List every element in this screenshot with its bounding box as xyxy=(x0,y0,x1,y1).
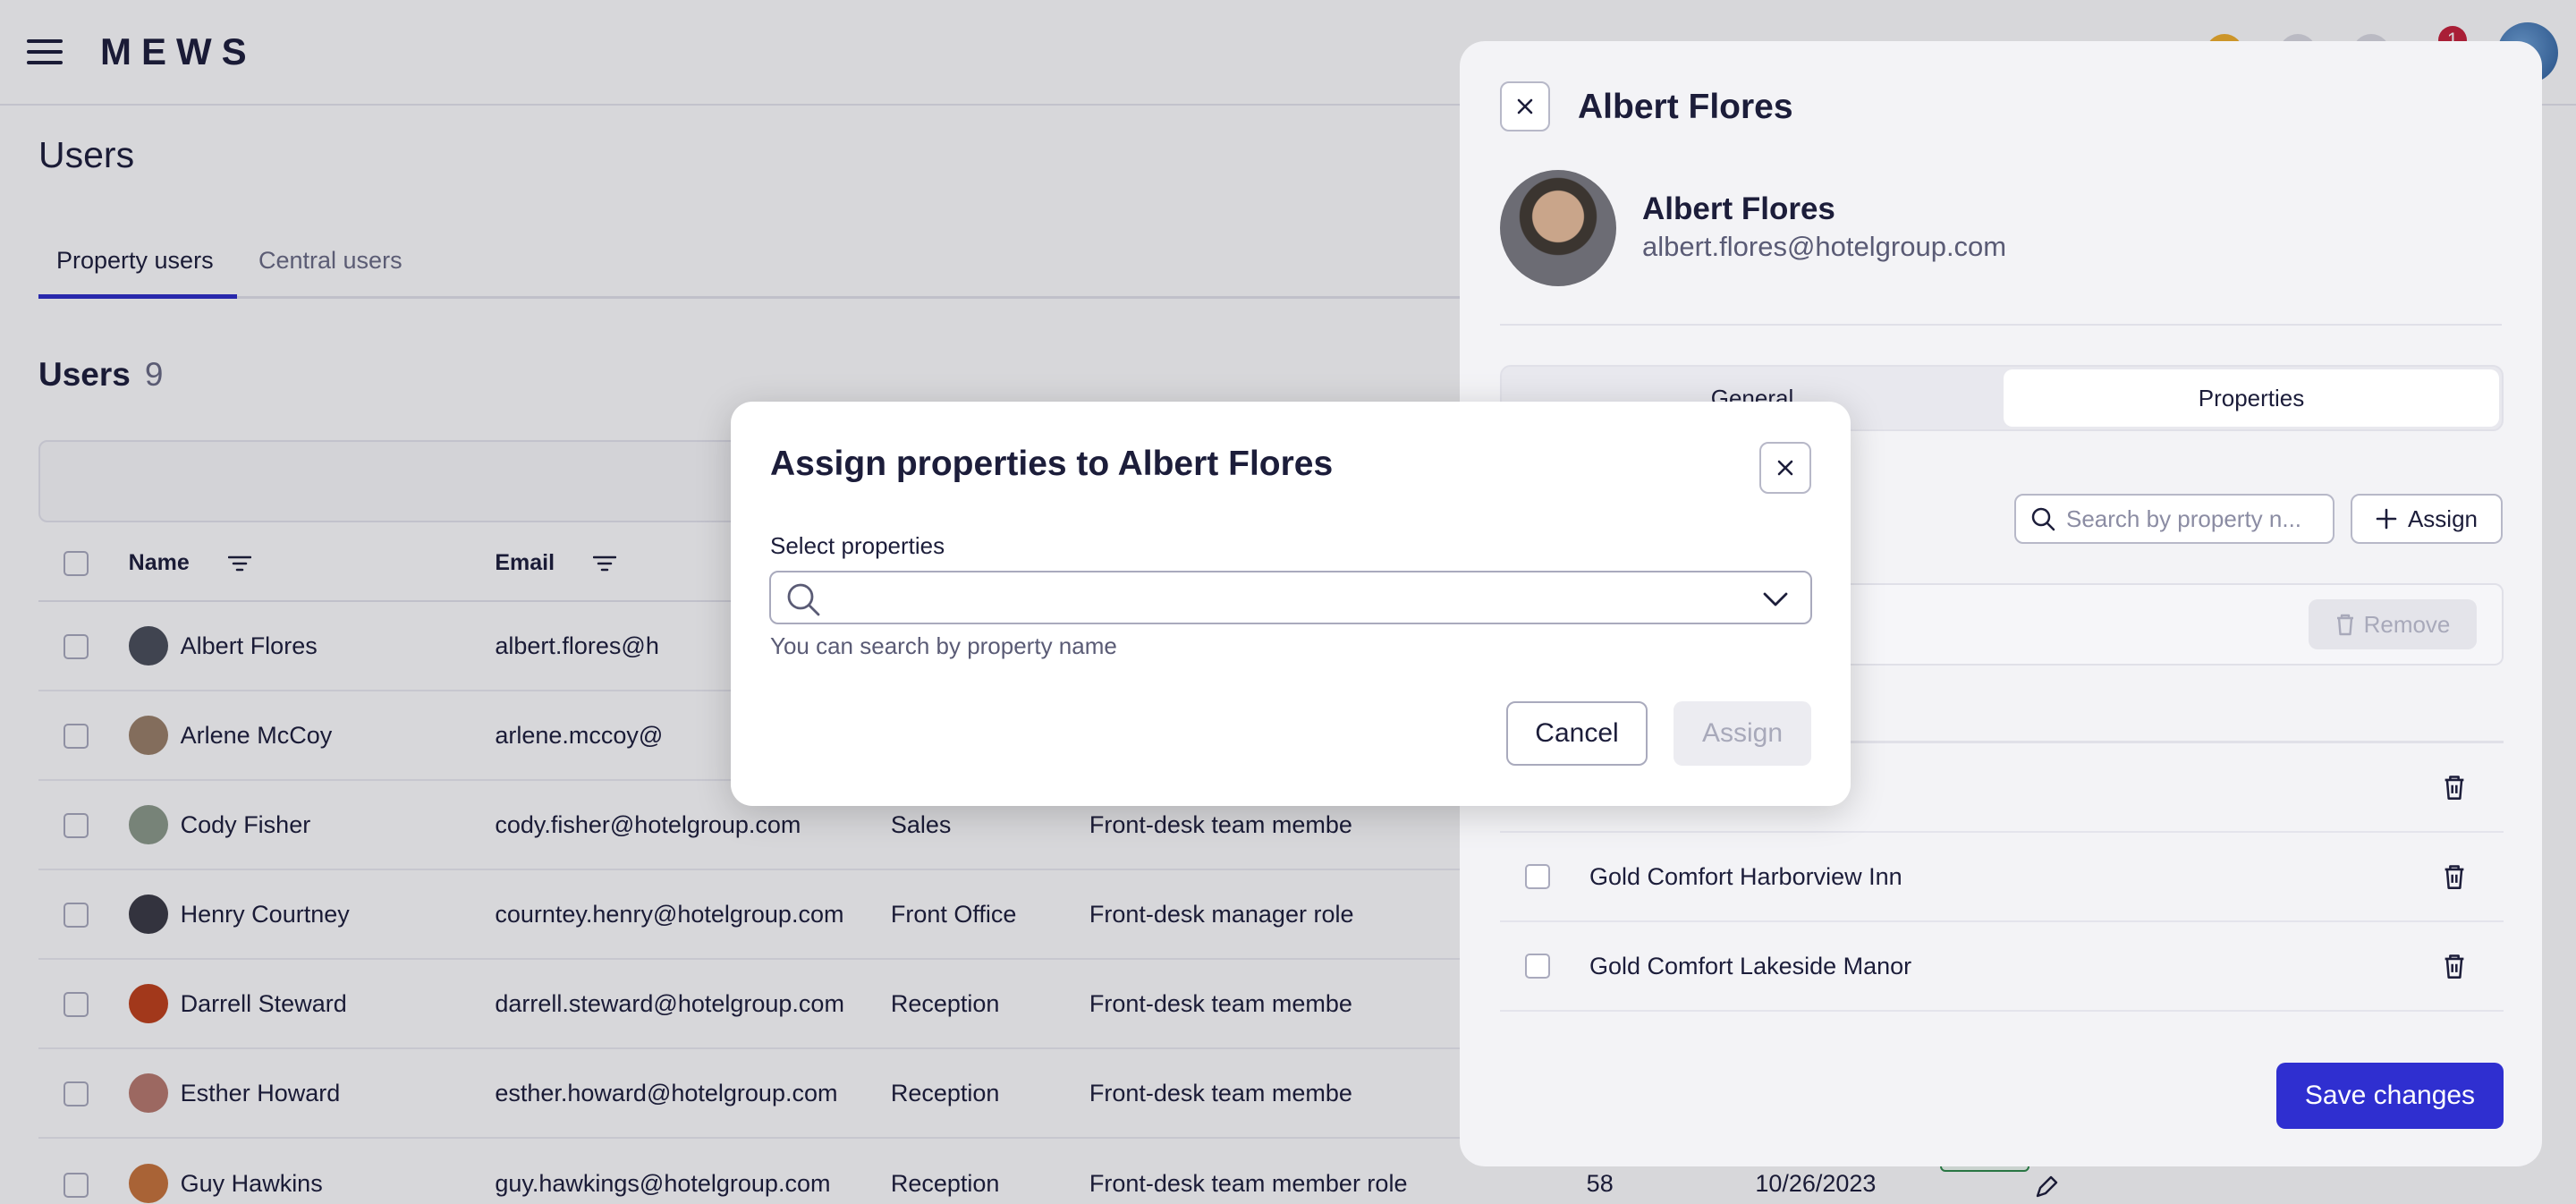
close-icon xyxy=(1777,460,1793,476)
cancel-button[interactable]: Cancel xyxy=(1506,701,1648,766)
search-icon xyxy=(2031,507,2055,531)
modal-title: Assign properties to Albert Flores xyxy=(770,445,1334,483)
assign-property-button[interactable]: Assign xyxy=(2351,494,2503,544)
close-icon xyxy=(1517,98,1533,114)
assign-button[interactable]: Assign xyxy=(1674,701,1811,766)
remove-button[interactable]: Remove xyxy=(2309,599,2477,649)
user-email: albert.flores@hotelgroup.com xyxy=(1642,231,2007,262)
modal-close-button[interactable] xyxy=(1759,442,1811,494)
panel-title: Albert Flores xyxy=(1578,88,1793,126)
user-avatar xyxy=(1500,170,1616,286)
assign-label: Assign xyxy=(2407,504,2479,532)
properties-select-input[interactable] xyxy=(769,571,1812,624)
assign-properties-modal: Assign properties to Albert Flores Selec… xyxy=(731,402,1851,806)
select-properties-label: Select properties xyxy=(770,532,945,559)
property-search-input[interactable]: Search by property n... xyxy=(2014,494,2334,544)
chevron-down-icon[interactable] xyxy=(1762,587,1789,612)
plus-icon xyxy=(2376,508,2397,530)
select-hint-text: You can search by property name xyxy=(770,632,1117,659)
remove-label: Remove xyxy=(2363,610,2451,638)
user-name: Albert Flores xyxy=(1642,191,1835,226)
trash-icon[interactable] xyxy=(2441,953,2468,979)
property-checkbox[interactable] xyxy=(1525,864,1550,889)
search-placeholder: Search by property n... xyxy=(2066,504,2302,532)
panel-close-button[interactable] xyxy=(1500,81,1550,131)
segment-properties[interactable]: Properties xyxy=(2004,369,2499,427)
trash-icon[interactable] xyxy=(2441,863,2468,890)
trash-icon xyxy=(2336,614,2353,636)
search-icon xyxy=(787,583,820,616)
trash-icon[interactable] xyxy=(2441,774,2468,801)
property-checkbox[interactable] xyxy=(1525,954,1550,979)
divider xyxy=(1500,324,2502,326)
property-row: Gold Comfort Lakeside Manor xyxy=(1500,922,2504,1012)
property-name: Gold Comfort Lakeside Manor xyxy=(1589,952,1912,979)
property-name: Gold Comfort Harborview Inn xyxy=(1589,862,1902,890)
property-row: Gold Comfort Harborview Inn xyxy=(1500,833,2504,922)
save-changes-button[interactable]: Save changes xyxy=(2276,1063,2504,1129)
